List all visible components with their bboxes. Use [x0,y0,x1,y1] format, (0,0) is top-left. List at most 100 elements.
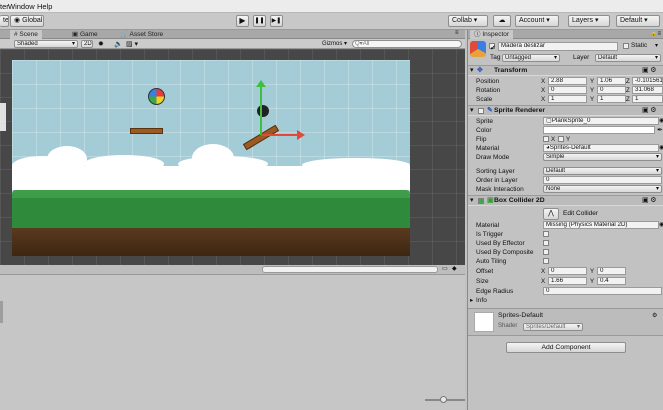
layers-button[interactable]: Layers ▾ [568,15,610,27]
zoom-slider-thumb[interactable] [440,396,447,403]
edit-collider-button[interactable]: ⋀ [543,208,559,220]
is-trigger-checkbox[interactable] [543,231,549,237]
position-x-field[interactable]: 2.88 [548,77,587,85]
pivot-button[interactable]: ter [0,15,9,27]
rotation-y-field[interactable]: 0 [597,86,626,94]
scale-y-field[interactable]: 1 [597,95,626,103]
tag-dropdown[interactable]: Untagged ▾ [502,54,560,62]
add-component-button[interactable]: Add Component [506,342,626,353]
offset-label: Offset [476,268,494,275]
panel-resize-handle[interactable] [0,301,3,323]
global-toggle-button[interactable]: ◉ Global [10,15,44,27]
object-picker-icon[interactable]: ◉ [659,117,663,126]
menu-item-window[interactable]: Window [8,2,35,11]
cloud-icon[interactable]: ☁ [493,15,511,27]
object-picker-icon[interactable]: ◉ [659,221,663,230]
gizmos-dropdown[interactable]: Gizmos ▾ [322,40,350,47]
static-dropdown-icon[interactable]: ▾ [655,42,658,49]
component-settings-icon[interactable]: ▣ ⚙ [642,66,656,76]
gizmo-y-arrow-icon[interactable] [256,80,266,87]
layout-button[interactable]: Default ▾ [616,15,660,27]
material-field[interactable]: ◕Sprites-Default [543,144,659,152]
eyedropper-icon[interactable]: ✒ [657,126,663,135]
edge-radius-field[interactable]: 0 [543,287,662,295]
position-z-field[interactable]: -0.101561 [632,77,663,85]
beach-ball-sprite[interactable] [148,88,165,105]
scale-z-field[interactable]: 1 [632,95,663,103]
color-field[interactable] [543,126,655,134]
scale-x-field[interactable]: 1 [548,95,587,103]
auto-tiling-checkbox[interactable] [543,258,549,264]
tab-inspector[interactable]: ⓘ Inspector [470,30,514,39]
component-settings-icon[interactable]: ▣ ⚙ [642,196,656,206]
foldout-arrow-icon: ▾ [470,107,474,114]
transform-header[interactable]: ▾ ✥ Transform ▣ ⚙ [468,65,663,76]
object-name-field[interactable]: Madera deslizar [498,42,618,51]
mask-interaction-dropdown[interactable]: None ▾ [543,185,662,193]
position-y-field[interactable]: 1.06 [597,77,626,85]
position-label: Position [476,78,500,85]
mode-2d-toggle[interactable]: 2D [81,40,93,48]
account-button[interactable]: Account ▾ [515,15,559,27]
scene-view[interactable] [0,49,465,265]
panel-menu-icon[interactable]: ≡ [455,30,459,36]
image-icon[interactable]: ▨ ▾ [126,40,138,48]
flip-y-checkbox[interactable] [558,136,564,142]
axis-z-label: Z [626,78,630,85]
tab-game[interactable]: ▣ Game [68,30,102,39]
plank-sprite[interactable] [130,128,163,134]
component-settings-icon[interactable]: ▣ ⚙ [642,106,656,116]
mask-interaction-label: Mask Interaction [476,186,524,193]
menu-item-help[interactable]: Help [37,2,52,11]
used-by-composite-checkbox[interactable] [543,249,549,255]
pause-button[interactable]: ❚❚ [253,15,266,27]
sorting-layer-dropdown[interactable]: Default ▾ [543,167,662,175]
static-checkbox[interactable] [623,43,629,49]
offset-y-field[interactable]: 0 [597,267,626,275]
project-search-input[interactable] [262,266,438,273]
color-label: Color [476,127,492,134]
collab-button[interactable]: Collab ▾ [448,15,488,27]
material-settings-icon[interactable]: ⚙ [652,312,657,319]
collider-material-field[interactable]: Missing (Physics Material 2D) [543,221,659,229]
scene-search-input[interactable]: Q▾All [352,40,462,48]
tab-scene[interactable]: # Scene [10,30,42,39]
search-icon: Q▾ [355,41,363,47]
flip-x-checkbox[interactable] [543,136,549,142]
used-by-effector-checkbox[interactable] [543,240,549,246]
shader-dropdown[interactable]: Sprites/Default ▾ [523,323,583,331]
play-button[interactable]: ▶ [236,15,249,27]
sprite-renderer-enabled-checkbox[interactable] [478,108,484,114]
lock-icon[interactable]: 🔒≡ [650,30,661,37]
order-in-layer-row: Order in Layer 0 [468,176,663,185]
filter-type-icon[interactable]: ▭ [442,265,448,272]
order-in-layer-field[interactable]: 0 [543,176,662,184]
audio-icon[interactable]: 🔈 [114,40,123,48]
axis-y-label: Y [590,278,595,285]
box-collider-header[interactable]: ▾ ▣ Box Collider 2D ▣ ⚙ [468,195,663,206]
move-gizmo-y-axis[interactable] [260,84,262,135]
tab-asset-store[interactable]: 🛒 Asset Store [116,30,167,39]
lighting-icon[interactable]: ✹ [98,40,104,48]
active-checkbox[interactable]: ✔ [489,43,496,52]
sprite-field[interactable]: ▢PlankSprite_0 [543,117,659,125]
draw-mode-dropdown[interactable]: Simple ▾ [543,153,662,161]
size-y-field[interactable]: 0.4 [597,277,626,285]
offset-x-field[interactable]: 0 [548,267,587,275]
axis-x-label: X [541,268,546,275]
step-button[interactable]: ▶❚ [270,15,283,27]
size-x-field[interactable]: 1.66 [548,277,587,285]
shading-mode-dropdown[interactable]: Shaded ▾ [14,40,78,48]
layer-dropdown[interactable]: Default ▾ [595,54,661,62]
move-gizmo-x-axis[interactable] [261,134,299,136]
bomb-sprite[interactable] [257,105,269,117]
object-picker-icon[interactable]: ◉ [659,144,663,153]
gizmo-x-arrow-icon[interactable] [297,130,305,140]
rotation-z-field[interactable]: 31.068 [632,86,663,94]
rotation-x-field[interactable]: 0 [548,86,587,94]
info-row[interactable]: ▸ Info [468,296,663,305]
box-collider-title: Box Collider 2D [494,197,545,204]
sprite-renderer-header[interactable]: ▾ ✎ Sprite Renderer ▣ ⚙ [468,105,663,116]
box-collider-enabled-checkbox[interactable] [478,198,484,204]
filter-label-icon[interactable]: ◆ [452,265,457,272]
